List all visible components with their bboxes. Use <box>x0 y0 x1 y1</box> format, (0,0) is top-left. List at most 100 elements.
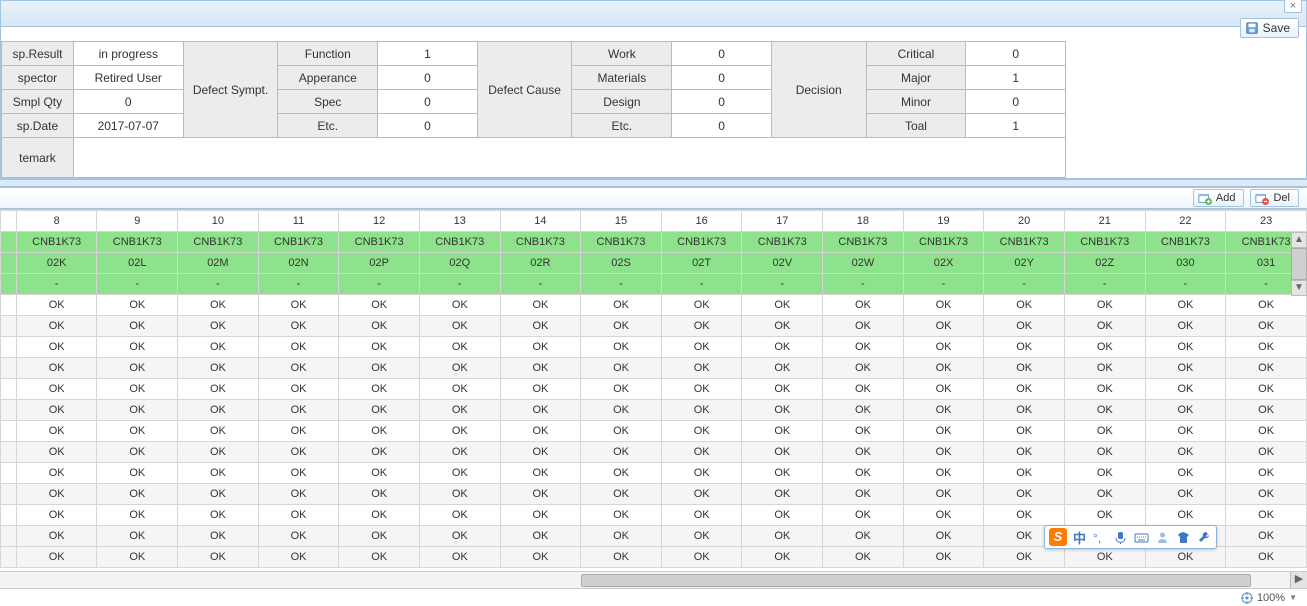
grid-cell[interactable]: OK <box>742 526 823 547</box>
table-row[interactable]: OKOKOKOKOKOKOKOKOKOKOKOKOKOKOKOK <box>1 358 1307 379</box>
grid-cell[interactable]: 02X <box>903 253 984 274</box>
grid-cell[interactable]: 02R <box>500 253 581 274</box>
grid-cell[interactable]: OK <box>984 358 1065 379</box>
grid-cell[interactable]: OK <box>258 505 339 526</box>
grid-cell[interactable]: - <box>581 274 662 295</box>
grid-cell[interactable]: OK <box>339 442 420 463</box>
scroll-thumb[interactable] <box>1291 248 1307 280</box>
grid-cell[interactable]: OK <box>1064 379 1145 400</box>
grid-cell[interactable]: OK <box>97 463 178 484</box>
grid-cell[interactable]: OK <box>661 547 742 568</box>
grid-cell[interactable]: 02V <box>742 253 823 274</box>
grid-cell[interactable]: OK <box>581 316 662 337</box>
grid-cell[interactable]: OK <box>742 505 823 526</box>
table-row[interactable]: OKOKOKOKOKOKOKOKOKOKOKOKOKOKOKOK <box>1 484 1307 505</box>
grid-cell[interactable]: OK <box>1145 442 1226 463</box>
grid-cell[interactable]: OK <box>419 358 500 379</box>
scroll-down-icon[interactable]: ▼ <box>1291 280 1307 296</box>
grid-cell[interactable]: OK <box>1145 547 1226 568</box>
grid-col-header[interactable]: 20 <box>984 211 1065 232</box>
grid-cell[interactable]: OK <box>97 484 178 505</box>
grid-gutter[interactable] <box>1 400 17 421</box>
grid-cell[interactable]: OK <box>419 316 500 337</box>
grid-cell[interactable]: OK <box>419 379 500 400</box>
grid-cell[interactable]: OK <box>178 295 259 316</box>
grid-cell[interactable]: 02W <box>823 253 904 274</box>
grid-corner[interactable] <box>1 211 17 232</box>
grid-cell[interactable]: OK <box>16 337 97 358</box>
grid-cell[interactable]: OK <box>1145 421 1226 442</box>
grid-cell[interactable]: OK <box>903 421 984 442</box>
grid-cell[interactable]: OK <box>742 463 823 484</box>
grid-cell[interactable]: OK <box>500 463 581 484</box>
grid-cell[interactable]: OK <box>1226 379 1307 400</box>
ime-tool-icon[interactable] <box>1197 530 1212 545</box>
grid-cell[interactable]: OK <box>823 484 904 505</box>
grid-cell[interactable]: OK <box>984 337 1065 358</box>
grid-cell[interactable]: CNB1K73 <box>178 232 259 253</box>
panel-close-button[interactable]: × <box>1284 0 1302 13</box>
grid-cell[interactable]: OK <box>984 484 1065 505</box>
grid-cell[interactable]: OK <box>178 505 259 526</box>
grid-cell[interactable]: OK <box>258 526 339 547</box>
grid-cell[interactable]: OK <box>339 421 420 442</box>
grid-cell[interactable]: OK <box>1145 505 1226 526</box>
grid-cell[interactable]: OK <box>97 379 178 400</box>
grid-gutter[interactable] <box>1 463 17 484</box>
grid-cell[interactable]: - <box>97 274 178 295</box>
grid-cell[interactable]: OK <box>1226 526 1307 547</box>
hscroll-thumb[interactable] <box>581 574 1252 587</box>
grid-cell[interactable]: OK <box>178 337 259 358</box>
grid-gutter[interactable] <box>1 547 17 568</box>
grid-cell[interactable]: OK <box>178 316 259 337</box>
ime-user-icon[interactable] <box>1155 530 1170 545</box>
grid-gutter[interactable] <box>1 232 17 253</box>
grid-cell[interactable]: OK <box>903 505 984 526</box>
grid-vertical-scrollbar[interactable]: ▲ ▼ <box>1291 232 1307 298</box>
grid-cell[interactable]: 02Y <box>984 253 1065 274</box>
grid-gutter[interactable] <box>1 295 17 316</box>
grid-gutter[interactable] <box>1 421 17 442</box>
save-button[interactable]: Save <box>1240 18 1299 38</box>
grid-cell[interactable]: OK <box>16 526 97 547</box>
grid-cell[interactable]: OK <box>984 421 1065 442</box>
grid-gutter[interactable] <box>1 274 17 295</box>
grid-cell[interactable]: OK <box>984 316 1065 337</box>
grid-cell[interactable]: OK <box>258 316 339 337</box>
grid-cell[interactable]: OK <box>823 358 904 379</box>
grid-cell[interactable]: OK <box>500 547 581 568</box>
grid-cell[interactable]: OK <box>742 547 823 568</box>
grid-gutter[interactable] <box>1 316 17 337</box>
table-row[interactable]: OKOKOKOKOKOKOKOKOKOKOKOKOKOKOKOK <box>1 442 1307 463</box>
grid-cell[interactable]: OK <box>97 337 178 358</box>
grid-cell[interactable]: OK <box>419 526 500 547</box>
ime-skin-icon[interactable] <box>1176 530 1191 545</box>
grid-cell[interactable]: 02K <box>16 253 97 274</box>
grid-cell[interactable]: OK <box>984 295 1065 316</box>
add-button[interactable]: Add <box>1193 189 1245 207</box>
ime-toolbar[interactable]: S 中 °, <box>1044 525 1217 549</box>
zoom-dropdown-icon[interactable]: ▼ <box>1289 593 1297 602</box>
grid-cell[interactable]: OK <box>1226 421 1307 442</box>
grid-cell[interactable]: OK <box>339 505 420 526</box>
del-button[interactable]: Del <box>1250 189 1299 207</box>
grid-cell[interactable]: OK <box>581 484 662 505</box>
grid-cell[interactable]: OK <box>1064 295 1145 316</box>
grid-cell[interactable]: OK <box>903 400 984 421</box>
table-row[interactable]: OKOKOKOKOKOKOKOKOKOKOKOKOKOKOKOK <box>1 421 1307 442</box>
grid-cell[interactable]: OK <box>16 442 97 463</box>
grid-cell[interactable]: OK <box>97 505 178 526</box>
grid-cell[interactable]: CNB1K73 <box>419 232 500 253</box>
grid-cell[interactable]: OK <box>661 421 742 442</box>
grid-cell[interactable]: OK <box>419 442 500 463</box>
grid-cell[interactable]: 02Z <box>1064 253 1145 274</box>
grid-cell[interactable]: OK <box>258 295 339 316</box>
grid-cell[interactable]: OK <box>1226 442 1307 463</box>
grid-cell[interactable]: OK <box>903 295 984 316</box>
grid-col-header[interactable]: 10 <box>178 211 259 232</box>
grid-cell[interactable]: - <box>258 274 339 295</box>
grid-cell[interactable]: OK <box>581 337 662 358</box>
grid-cell[interactable]: OK <box>339 358 420 379</box>
grid-cell[interactable]: OK <box>903 358 984 379</box>
grid-cell[interactable]: OK <box>339 316 420 337</box>
